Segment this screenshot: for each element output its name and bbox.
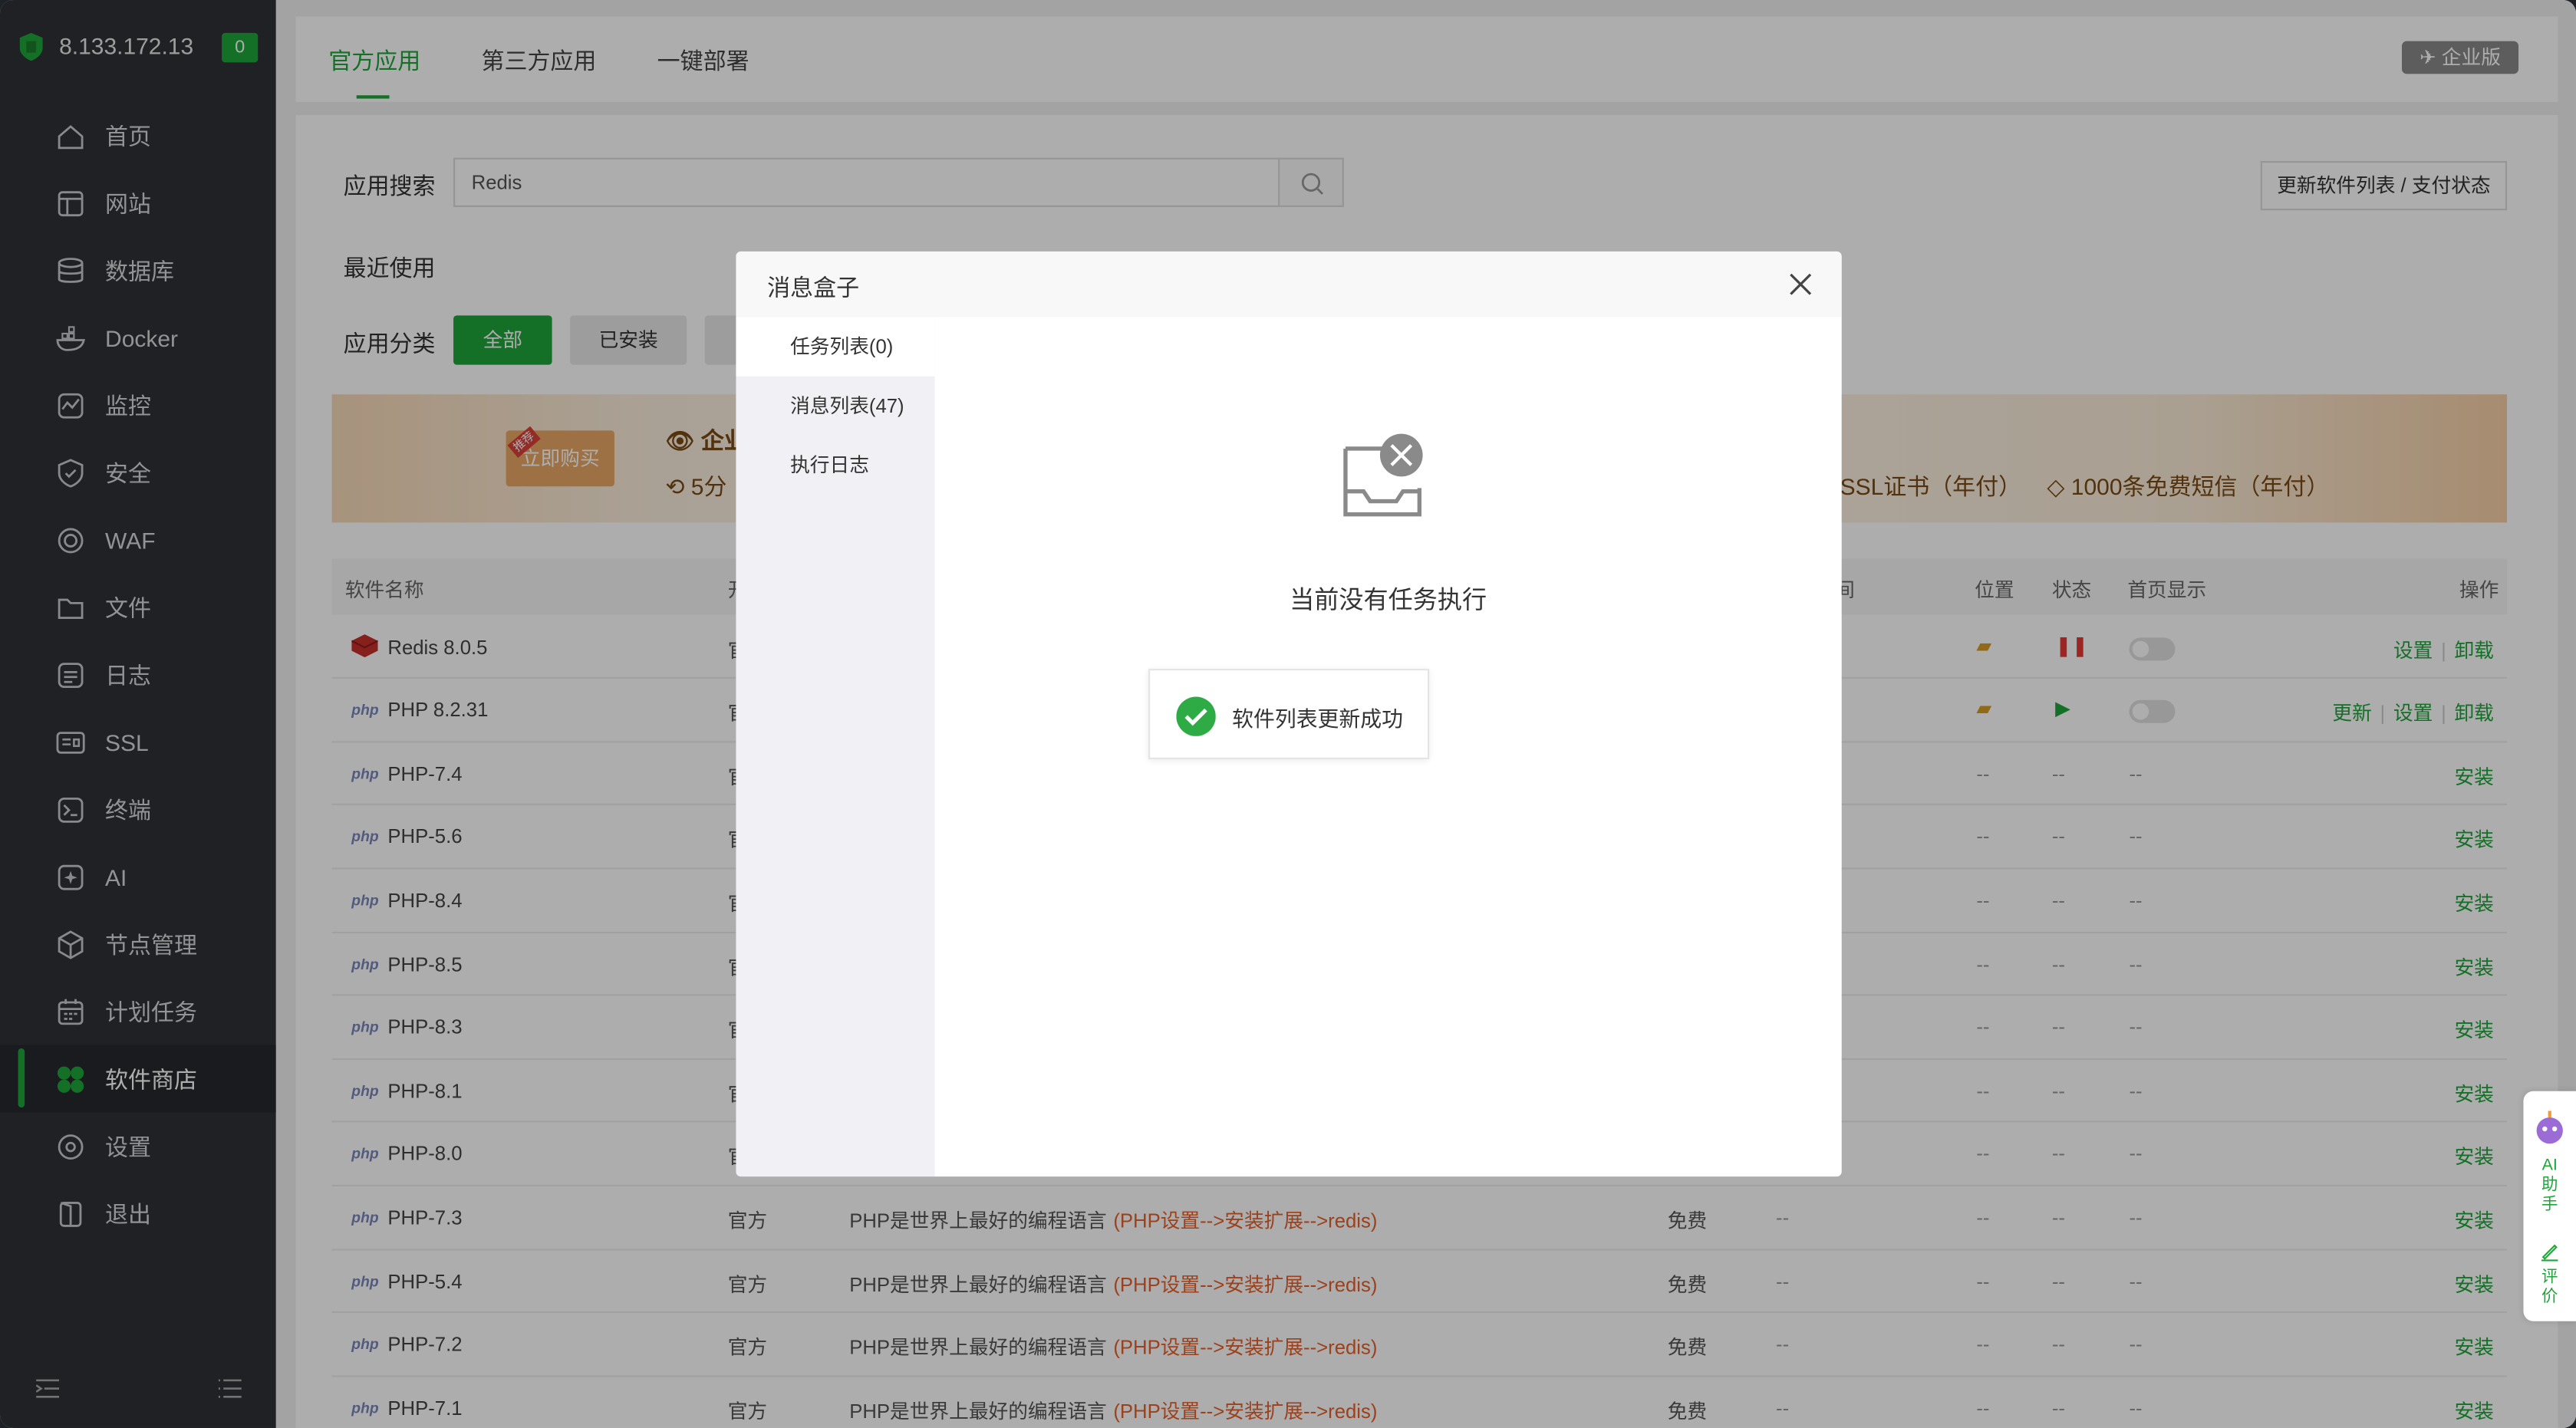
app-window: 8.133.172.13 0 首页 网站 数据库 Docker 监控 安全 WAF 文件 日志 S… (0, 0, 2576, 1428)
check-circle-icon (1176, 696, 1216, 736)
success-toast: 软件列表更新成功 (1148, 669, 1430, 759)
empty-inbox-icon (1343, 433, 1423, 517)
review-label: 评价 (2541, 1268, 2558, 1307)
edit-icon (2541, 1244, 2558, 1262)
tab-execution-log[interactable]: 执行日志 (736, 436, 934, 495)
ai-robot-icon (2536, 1110, 2563, 1144)
dialog-title: 消息盒子 (767, 274, 860, 301)
ai-assistant-widget[interactable]: AI助手 评价 (2523, 1091, 2576, 1321)
dialog-side-menu: 任务列表(0) 消息列表(47) 执行日志 (736, 317, 935, 1177)
close-icon[interactable] (1787, 271, 1813, 298)
empty-state-text: 当前没有任务执行 (1290, 586, 1487, 615)
tab-message-list[interactable]: 消息列表(47) (736, 377, 934, 436)
toast-message: 软件列表更新成功 (1232, 706, 1403, 732)
message-box-dialog: 消息盒子 任务列表(0) 消息列表(47) 执行日志 当前没有任务执行 软件列表… (736, 251, 1842, 1177)
dialog-header: 消息盒子 (736, 251, 1842, 318)
ai-assistant-label: AI助手 (2541, 1157, 2558, 1215)
tab-task-list[interactable]: 任务列表(0) (736, 317, 935, 377)
